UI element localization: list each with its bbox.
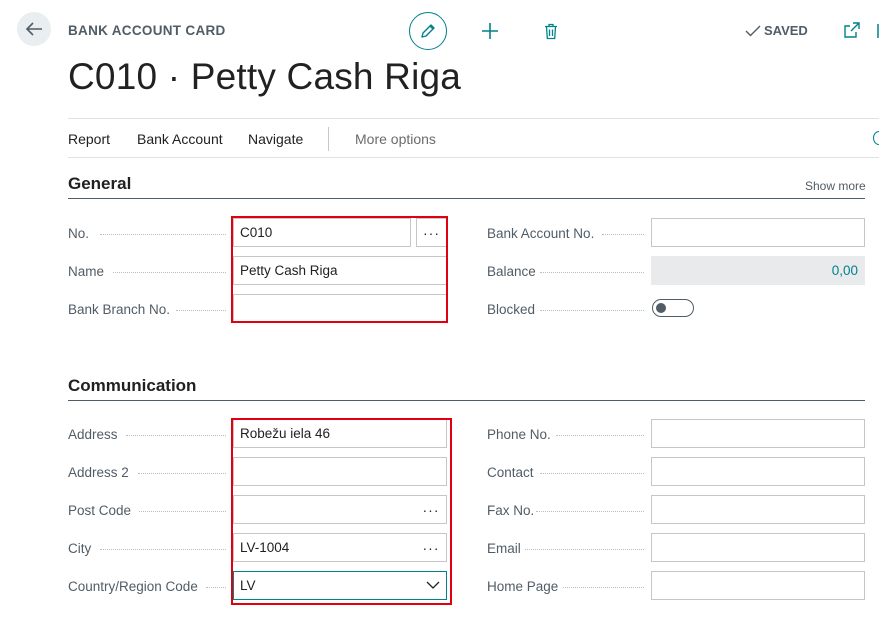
new-button[interactable] [478,19,502,43]
bank-branch-leader [176,310,226,311]
address-leader [126,435,226,436]
country-region-value: LV [240,578,256,593]
city-input[interactable]: LV-1004 ··· [233,533,447,562]
action-report[interactable]: Report [68,131,110,147]
address-2-input[interactable] [233,457,447,486]
fax-no-label: Fax No. [487,503,535,518]
city-value: LV-1004 [240,540,290,555]
collapse-button[interactable] [872,22,879,40]
address-value: Robežu iela 46 [240,426,331,441]
country-region-leader [206,587,226,588]
name-input[interactable]: Petty Cash Riga [233,256,447,285]
action-more-options[interactable]: More options [355,131,436,147]
page-title: C010 · Petty Cash Riga [68,56,462,97]
balance-label: Balance [487,264,536,279]
name-leader [113,272,226,273]
no-leader [100,234,226,235]
search-icon[interactable] [873,131,879,145]
no-value: C010 [240,225,273,240]
page-type-caption: BANK ACCOUNT CARD [68,23,226,38]
balance-field[interactable]: 0,00 [651,256,865,285]
bank-account-no-input[interactable] [651,218,865,247]
check-icon [745,25,761,36]
general-section-title[interactable]: General [68,174,131,194]
balance-leader [540,272,644,273]
fax-no-leader [536,511,644,512]
phone-no-leader [556,435,644,436]
delete-button[interactable] [540,19,562,43]
balance-value: 0,00 [831,263,858,278]
name-value: Petty Cash Riga [240,263,338,278]
city-leader [100,549,226,550]
home-page-label: Home Page [487,579,559,594]
saved-status: SAVED [745,23,808,38]
email-label: Email [487,541,521,556]
post-code-label: Post Code [68,503,132,518]
home-page-leader [563,587,644,588]
post-code-assist-button[interactable]: ··· [416,496,446,523]
blocked-leader [540,310,644,311]
action-bank-account[interactable]: Bank Account [137,131,223,147]
bank-account-no-label: Bank Account No. [487,226,595,241]
chevron-down-icon [426,581,440,589]
action-separator [328,127,329,151]
bank-branch-input[interactable] [233,294,447,323]
address-2-label: Address 2 [68,465,129,480]
name-label: Name [68,264,105,279]
collapse-icon [877,24,879,38]
contact-leader [540,473,644,474]
email-leader [525,549,644,550]
communication-section-title[interactable]: Communication [68,376,196,396]
post-code-input[interactable]: ··· [233,495,447,524]
pencil-icon [421,24,435,38]
contact-label: Contact [487,465,534,480]
city-assist-button[interactable]: ··· [416,534,446,561]
phone-no-input[interactable] [651,419,865,448]
address-label: Address [68,427,118,442]
ellipsis-icon: ··· [423,224,440,241]
address-2-leader [138,473,226,474]
home-page-input[interactable] [651,571,865,600]
bank-account-no-leader [602,234,644,235]
contact-input[interactable] [651,457,865,486]
country-region-select[interactable]: LV [233,571,447,600]
popout-icon [844,22,860,38]
city-label: City [68,541,92,556]
no-assist-button[interactable]: ··· [416,218,447,247]
back-button[interactable] [17,12,51,46]
country-region-label: Country/Region Code [68,579,198,594]
post-code-leader [139,511,226,512]
popout-button[interactable] [843,21,861,39]
general-section-divider [68,198,865,199]
action-bar: Report Bank Account Navigate More option… [68,118,879,158]
blocked-toggle[interactable] [652,299,694,317]
blocked-label: Blocked [487,302,536,317]
phone-no-label: Phone No. [487,427,551,442]
show-more-link[interactable]: Show more [805,179,866,193]
email-input[interactable] [651,533,865,562]
fax-no-input[interactable] [651,495,865,524]
no-label: No. [68,226,90,241]
edit-button[interactable] [409,12,447,50]
no-input[interactable]: C010 [233,218,411,247]
communication-section-divider [68,400,865,401]
bank-branch-label: Bank Branch No. [68,302,171,317]
address-input[interactable]: Robežu iela 46 [233,419,447,448]
plus-icon [482,23,498,39]
action-navigate[interactable]: Navigate [248,131,303,147]
trash-icon [545,23,557,39]
back-arrow-icon [25,22,42,36]
saved-label: SAVED [764,23,808,38]
